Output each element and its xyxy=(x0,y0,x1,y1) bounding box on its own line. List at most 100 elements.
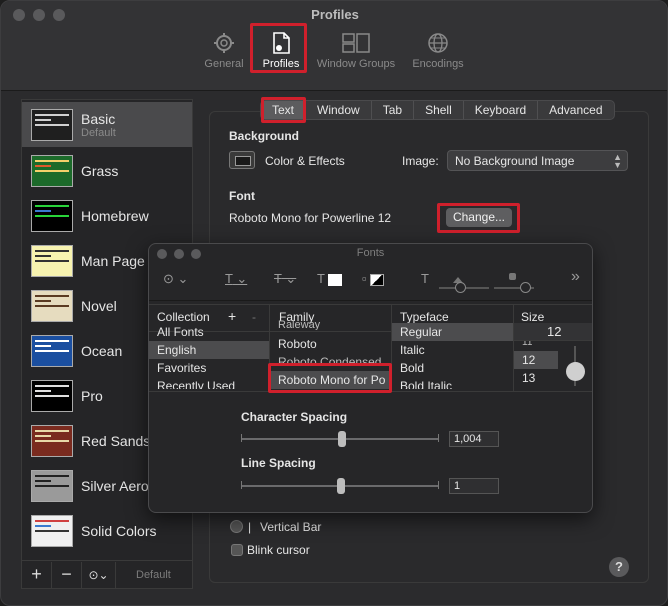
toolbar-window-groups-label: Window Groups xyxy=(316,58,396,70)
size-input-value: 12 xyxy=(547,324,562,339)
profile-thumbnail xyxy=(31,334,73,367)
profile-name: Homebrew xyxy=(81,207,149,224)
blink-cursor-checkbox[interactable] xyxy=(231,544,243,556)
line-spacing-label: Line Spacing xyxy=(241,456,316,470)
size-slider[interactable] xyxy=(565,346,585,391)
collection-item[interactable]: Favorites xyxy=(149,359,269,377)
tab-window[interactable]: Window xyxy=(306,101,372,119)
size-item[interactable]: 11 xyxy=(514,341,558,347)
profile-item[interactable]: Basic Default xyxy=(22,102,192,147)
toolbar-general-label: General xyxy=(204,58,244,70)
background-image-value: No Background Image xyxy=(455,154,575,168)
vertical-bar-radio[interactable] xyxy=(230,520,243,533)
size-item[interactable]: 13 xyxy=(514,369,558,387)
size-item[interactable]: 12 xyxy=(514,351,558,369)
size-input[interactable]: 12 xyxy=(514,323,592,341)
typeface-column-header: Typeface xyxy=(400,310,449,324)
text-color-icon[interactable]: T xyxy=(317,271,343,286)
profile-item[interactable]: Grass xyxy=(22,148,192,193)
profile-thumbnail xyxy=(31,289,73,322)
strikethrough-icon[interactable]: T ⌄ xyxy=(274,271,296,287)
toolbar-general[interactable]: General xyxy=(201,31,247,70)
profile-item[interactable]: Solid Colors xyxy=(22,508,192,553)
set-default-button[interactable]: Default xyxy=(136,569,171,581)
profile-name: Grass xyxy=(81,162,119,179)
fonts-toolbar: ⊙ ⌄ T ⌄ T ⌄ T ▫ T » xyxy=(149,263,592,301)
collection-item[interactable]: English xyxy=(149,341,269,359)
add-collection-button[interactable]: + xyxy=(228,308,236,324)
chevron-up-down-icon: ▲ ▼ xyxy=(613,152,622,170)
profile-name: Basic xyxy=(81,110,116,127)
profile-name: Novel xyxy=(81,297,117,314)
size-column-header: Size xyxy=(521,310,545,324)
image-label: Image: xyxy=(402,154,439,168)
typeface-item[interactable]: Regular xyxy=(392,323,513,341)
typeface-item[interactable]: Bold Italic xyxy=(392,377,513,389)
collection-column-header: Collection xyxy=(157,310,210,324)
gear-icon xyxy=(201,31,247,55)
background-image-select[interactable]: No Background Image ▲ ▼ xyxy=(447,150,628,171)
tab-keyboard[interactable]: Keyboard xyxy=(464,101,539,119)
tab-advanced[interactable]: Advanced xyxy=(538,101,613,119)
tab-shell[interactable]: Shell xyxy=(414,101,464,119)
profile-item[interactable]: Homebrew xyxy=(22,193,192,238)
profile-default-label: Default xyxy=(81,126,116,139)
background-section-title: Background xyxy=(229,129,300,143)
font-value: Roboto Mono for Powerline 12 xyxy=(229,211,392,225)
collection-item[interactable]: Recently Used xyxy=(149,377,269,389)
window-groups-icon xyxy=(313,31,399,55)
window-title: Profiles xyxy=(311,7,359,22)
highlight-text-tab xyxy=(261,97,306,123)
fonts-panel-title: Fonts xyxy=(356,247,385,259)
profiles-list-footer: + − ⊙⌄ Default xyxy=(22,560,192,588)
actions-menu-icon[interactable]: ⊙ ⌄ xyxy=(163,271,188,287)
family-item[interactable]: Raleway xyxy=(270,320,391,330)
toolbar-encodings[interactable]: Encodings xyxy=(409,31,467,70)
help-button[interactable]: ? xyxy=(609,557,629,577)
highlight-change-button xyxy=(437,203,520,233)
profile-thumbnail xyxy=(31,424,73,457)
toolbar-window-groups[interactable]: Window Groups xyxy=(313,31,399,70)
settings-tabs: Text Window Tab Shell Keyboard Advanced xyxy=(260,100,615,120)
line-spacing-slider[interactable] xyxy=(241,477,441,495)
document-color-icon[interactable]: ▫ xyxy=(362,271,385,286)
profile-thumbnail xyxy=(31,154,73,187)
text-shadow-icon[interactable]: T xyxy=(421,271,429,286)
character-spacing-slider[interactable] xyxy=(241,430,441,448)
add-profile-button[interactable]: + xyxy=(22,561,52,588)
shadow-opacity-slider[interactable] xyxy=(439,273,489,295)
typeface-item[interactable]: Bold xyxy=(392,359,513,377)
profile-thumbnail xyxy=(31,514,73,547)
toolbar-encodings-label: Encodings xyxy=(412,58,464,70)
character-spacing-field[interactable]: 1,004 xyxy=(449,431,499,447)
typeface-item[interactable]: Italic xyxy=(392,341,513,359)
tab-tab[interactable]: Tab xyxy=(372,101,415,119)
profile-name: Ocean xyxy=(81,342,123,359)
remove-profile-button[interactable]: − xyxy=(52,561,82,588)
profile-name: Solid Colors xyxy=(81,522,157,539)
vertical-bar-label: Vertical Bar xyxy=(260,520,322,534)
profile-thumbnail xyxy=(31,244,73,277)
vertical-bar-glyph: | xyxy=(248,520,252,534)
profile-thumbnail xyxy=(31,379,73,412)
profile-name: Man Page xyxy=(81,252,145,269)
profile-thumbnail xyxy=(31,469,73,502)
highlight-profiles-tab xyxy=(250,23,307,73)
title-bar: Profiles General Profiles Window Groups … xyxy=(1,1,667,91)
profile-name: Pro xyxy=(81,387,103,404)
more-tools-icon[interactable]: » xyxy=(571,268,580,286)
remove-collection-button[interactable]: - xyxy=(252,310,256,324)
highlight-selected-family xyxy=(268,363,392,393)
profile-thumbnail xyxy=(31,108,73,141)
character-spacing-label: Character Spacing xyxy=(241,410,348,424)
shadow-blur-slider[interactable] xyxy=(494,273,534,295)
profile-thumbnail xyxy=(31,199,73,232)
profiles-window: Profiles General Profiles Window Groups … xyxy=(0,0,668,606)
family-item[interactable]: Roboto xyxy=(270,335,391,353)
blink-cursor-label: Blink cursor xyxy=(247,543,310,557)
underline-icon[interactable]: T ⌄ xyxy=(225,271,247,287)
background-color-swatch[interactable] xyxy=(229,151,255,169)
line-spacing-field[interactable]: 1 xyxy=(449,478,499,494)
profile-actions-menu-button[interactable]: ⊙⌄ xyxy=(82,561,116,588)
collection-item[interactable]: All Fonts xyxy=(149,323,269,341)
